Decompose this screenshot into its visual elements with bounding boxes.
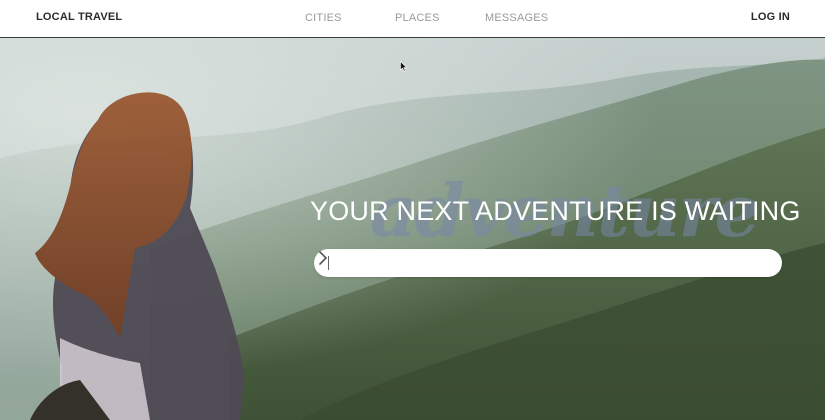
hero-section: adventure YOUR NEXT ADVENTURE IS WAITING — [0, 38, 825, 420]
top-navigation-bar: LOCAL TRAVEL CITIES PLACES MESSAGES LOG … — [0, 0, 825, 38]
nav-item-places[interactable]: PLACES — [395, 12, 440, 24]
nav-item-cities[interactable]: CITIES — [305, 12, 342, 24]
destination-search-box[interactable] — [314, 249, 782, 277]
login-link[interactable]: LOG IN — [751, 11, 790, 23]
search-input[interactable] — [328, 253, 748, 273]
hero-headline: YOUR NEXT ADVENTURE IS WAITING — [310, 196, 801, 226]
nav-item-messages[interactable]: MESSAGES — [485, 12, 548, 24]
mouse-cursor-icon — [400, 61, 408, 72]
chevron-right-icon[interactable] — [314, 249, 332, 267]
page: LOCAL TRAVEL CITIES PLACES MESSAGES LOG … — [0, 0, 825, 420]
brand-logo-text[interactable]: LOCAL TRAVEL — [36, 11, 122, 23]
